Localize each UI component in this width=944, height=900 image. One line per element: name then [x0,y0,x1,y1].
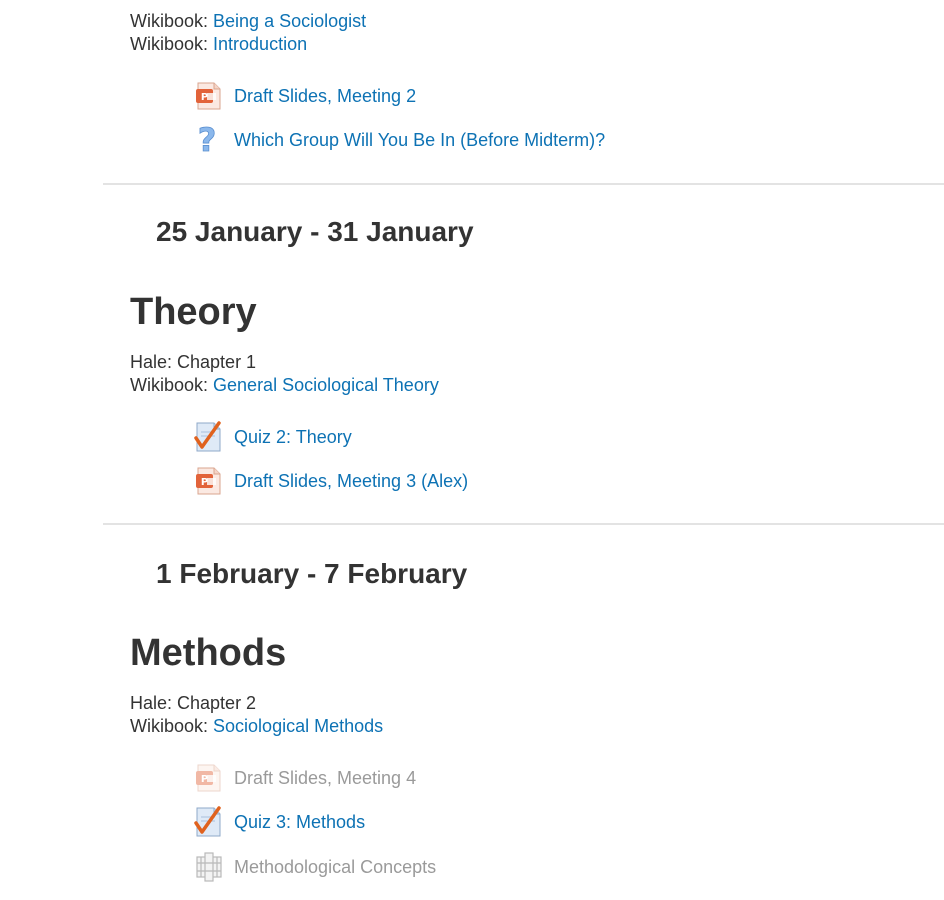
section-title: Methods [130,632,287,674]
wikibook-prefix: Wikibook: [130,11,214,31]
activity-draft-slides-meeting-2[interactable]: P Draft Slides, Meeting 2 [194,80,416,112]
activity-label[interactable]: Quiz 3: Methods [234,811,365,833]
reading-line: Hale: Chapter 2 [130,693,257,713]
wikibook-prefix: Wikibook: [130,375,214,395]
link-being-a-sociologist[interactable]: Being a Sociologist [213,11,366,31]
week-date-range: 25 January - 31 January [156,216,474,247]
wikibook-line: Wikibook: General Sociological Theory [130,374,439,396]
quiz-icon [194,806,224,838]
wikibook-prefix: Wikibook: [130,34,214,54]
link-general-sociological-theory[interactable]: General Sociological Theory [213,375,439,395]
activity-draft-slides-meeting-4[interactable]: P Draft Slides, Meeting 4 [194,762,416,794]
activity-draft-slides-meeting-3[interactable]: P Draft Slides, Meeting 3 (Alex) [194,465,468,497]
activity-which-group[interactable]: ? Which Group Will You Be In (Before Mid… [194,124,605,156]
activity-label[interactable]: Quiz 2: Theory [234,426,352,448]
powerpoint-icon: P [194,762,224,794]
activity-label[interactable]: Draft Slides, Meeting 3 (Alex) [234,470,468,492]
week-date-range: 1 February - 7 February [156,558,468,589]
activity-label[interactable]: Which Group Will You Be In (Before Midte… [234,129,605,151]
powerpoint-icon: P [194,465,224,497]
section-divider [103,523,944,525]
wikibook-prefix: Wikibook: [130,716,214,736]
activity-label[interactable]: Methodological Concepts [234,856,436,878]
activity-label[interactable]: Draft Slides, Meeting 2 [234,85,416,107]
question-icon: ? [194,124,224,156]
wikibook-line: Wikibook: Introduction [130,33,307,55]
section-divider [103,183,944,185]
link-sociological-methods[interactable]: Sociological Methods [213,716,383,736]
section-title: Theory [130,291,257,333]
reading-line: Hale: Chapter 1 [130,352,257,372]
course-page: Wikibook: Being a Sociologist Wikibook: … [0,0,944,900]
link-introduction[interactable]: Introduction [213,34,307,54]
powerpoint-icon: P [194,80,224,112]
svg-text:?: ? [198,124,217,156]
activity-quiz-2-theory[interactable]: Quiz 2: Theory [194,421,352,453]
glossary-icon [194,851,224,883]
activity-quiz-3-methods[interactable]: Quiz 3: Methods [194,806,365,838]
quiz-icon [194,421,224,453]
activity-methodological-concepts[interactable]: Methodological Concepts [194,851,436,883]
wikibook-line: Wikibook: Being a Sociologist [130,10,366,32]
activity-label[interactable]: Draft Slides, Meeting 4 [234,767,416,789]
wikibook-line: Wikibook: Sociological Methods [130,715,383,737]
